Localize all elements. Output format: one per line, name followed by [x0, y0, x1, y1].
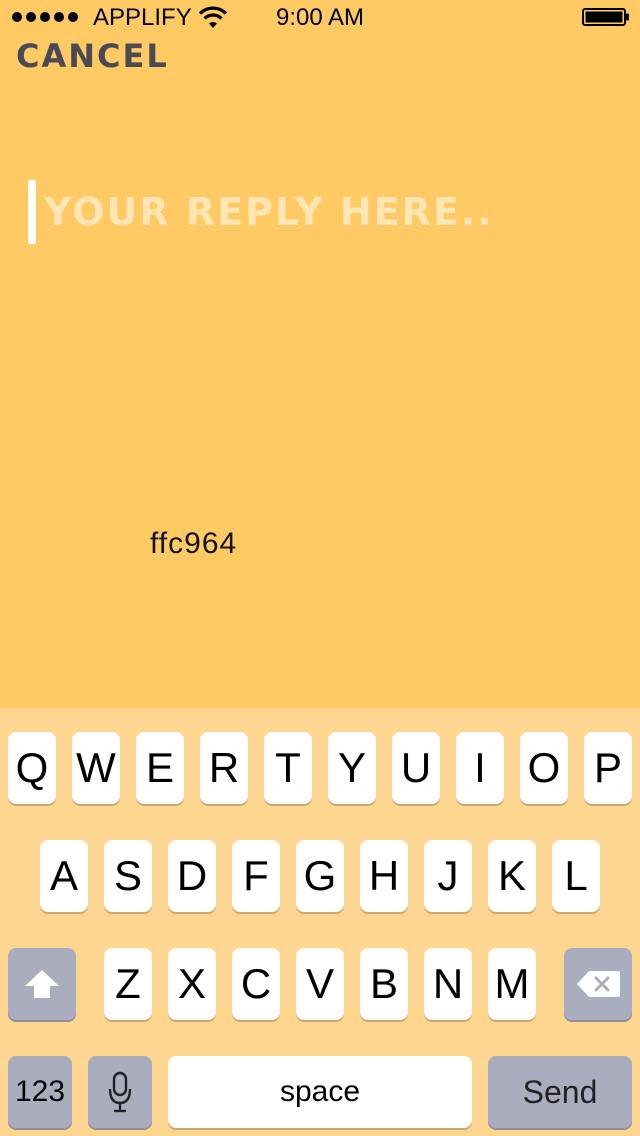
- key-u[interactable]: U: [392, 732, 440, 804]
- key-r[interactable]: R: [200, 732, 248, 804]
- key-f[interactable]: F: [232, 840, 280, 912]
- delete-key[interactable]: [564, 948, 632, 1020]
- numbers-key[interactable]: 123: [8, 1056, 72, 1128]
- key-g[interactable]: G: [296, 840, 344, 912]
- reply-field[interactable]: [28, 180, 618, 244]
- send-button[interactable]: Send: [488, 1056, 632, 1128]
- shift-arrow-icon: [25, 970, 59, 998]
- dictation-key[interactable]: [88, 1056, 152, 1128]
- key-x[interactable]: X: [168, 948, 216, 1020]
- cancel-button[interactable]: CANCEL: [16, 36, 169, 76]
- key-d[interactable]: D: [168, 840, 216, 912]
- key-c[interactable]: C: [232, 948, 280, 1020]
- space-key[interactable]: space: [168, 1056, 472, 1128]
- key-p[interactable]: P: [584, 732, 632, 804]
- keyboard-row-2: A S D F G H J K L: [0, 840, 640, 912]
- key-k[interactable]: K: [488, 840, 536, 912]
- key-q[interactable]: Q: [8, 732, 56, 804]
- key-l[interactable]: L: [552, 840, 600, 912]
- key-i[interactable]: I: [456, 732, 504, 804]
- key-h[interactable]: H: [360, 840, 408, 912]
- key-e[interactable]: E: [136, 732, 184, 804]
- reply-input[interactable]: [44, 186, 604, 238]
- key-n[interactable]: N: [424, 948, 472, 1020]
- key-a[interactable]: A: [40, 840, 88, 912]
- status-time: 9:00 AM: [275, 4, 365, 31]
- key-o[interactable]: O: [520, 732, 568, 804]
- key-s[interactable]: S: [104, 840, 152, 912]
- microphone-icon: [108, 1071, 132, 1113]
- key-t[interactable]: T: [264, 732, 312, 804]
- text-caret: [28, 180, 36, 244]
- key-w[interactable]: W: [72, 732, 120, 804]
- keyboard-row-3: Z X C V B N M: [0, 948, 640, 1020]
- status-bar: APPLIFY 9:00 AM: [0, 0, 640, 36]
- keyboard: Q W E R T Y U I O P A S D F G H J K L Z …: [0, 708, 640, 1136]
- battery-icon: [582, 8, 629, 26]
- key-b[interactable]: B: [360, 948, 408, 1020]
- key-j[interactable]: J: [424, 840, 472, 912]
- color-hex-label: ffc964: [150, 527, 238, 560]
- key-z[interactable]: Z: [104, 948, 152, 1020]
- key-v[interactable]: V: [296, 948, 344, 1020]
- backspace-icon: [577, 971, 620, 997]
- keyboard-row-4: 123 space Send: [0, 1056, 640, 1128]
- key-y[interactable]: Y: [328, 732, 376, 804]
- keyboard-row-1: Q W E R T Y U I O P: [0, 732, 640, 804]
- shift-key[interactable]: [8, 948, 76, 1020]
- key-m[interactable]: M: [488, 948, 536, 1020]
